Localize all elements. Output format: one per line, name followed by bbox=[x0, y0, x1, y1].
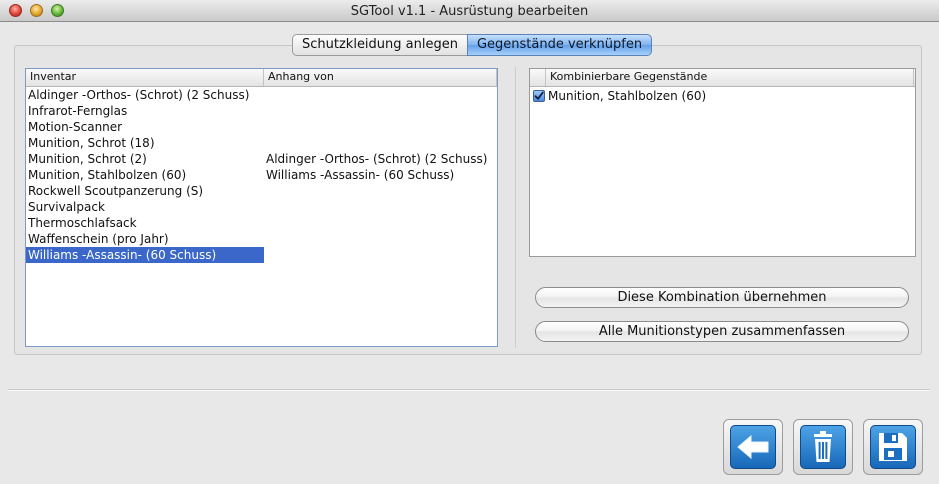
tab-schutzkleidung[interactable]: Schutzkleidung anlegen bbox=[292, 34, 467, 56]
inventory-item: Rockwell Scoutpanzerung (S) bbox=[28, 184, 204, 198]
tab-bar: Schutzkleidung anlegen Gegenstände verkn… bbox=[292, 34, 653, 56]
tab-gegenstaende[interactable]: Gegenstände verknüpfen bbox=[466, 34, 653, 56]
combinable-item-label: Munition, Stahlbolzen (60) bbox=[548, 88, 707, 103]
panel-divider bbox=[515, 67, 516, 348]
table-row[interactable]: Munition, Schrot (18) bbox=[26, 135, 497, 151]
combinable-table-header: Kombinierbare Gegenstände bbox=[530, 69, 915, 87]
combine-checkbox[interactable] bbox=[533, 89, 545, 102]
attached-to bbox=[264, 87, 497, 103]
floppy-disk-icon bbox=[870, 425, 916, 469]
column-header-check bbox=[530, 69, 546, 86]
back-button[interactable] bbox=[723, 419, 783, 475]
table-row[interactable]: Munition, Stahlbolzen (60) Williams -Ass… bbox=[26, 167, 497, 183]
window-title: SGTool v1.1 - Ausrüstung bearbeiten bbox=[350, 4, 589, 19]
attached-to bbox=[264, 215, 497, 231]
inventory-item: Munition, Stahlbolzen (60) bbox=[28, 168, 187, 182]
table-row[interactable]: Waffenschein (pro Jahr) bbox=[26, 231, 497, 247]
column-header-kombinierbare[interactable]: Kombinierbare Gegenstände bbox=[546, 69, 914, 86]
inventory-table-header: Inventar Anhang von bbox=[26, 69, 497, 87]
inventory-item: Williams -Assassin- (60 Schuss) bbox=[26, 247, 264, 263]
arrow-left-icon bbox=[730, 425, 776, 469]
attached-to bbox=[264, 119, 497, 135]
save-button[interactable] bbox=[863, 419, 923, 475]
table-row-selected[interactable]: Williams -Assassin- (60 Schuss) bbox=[26, 247, 497, 263]
inventory-item: Survivalpack bbox=[28, 200, 105, 214]
attached-to bbox=[264, 199, 497, 215]
inventory-item: Waffenschein (pro Jahr) bbox=[28, 232, 169, 246]
combinable-items-table[interactable]: Kombinierbare Gegenstände Munition, Stah… bbox=[529, 68, 916, 257]
attached-to bbox=[264, 135, 497, 151]
list-item[interactable]: Munition, Stahlbolzen (60) bbox=[530, 87, 915, 104]
inventory-item: Motion-Scanner bbox=[28, 120, 123, 134]
table-row[interactable]: Munition, Schrot (2) Aldinger -Orthos- (… bbox=[26, 151, 497, 167]
table-row[interactable]: Thermoschlafsack bbox=[26, 215, 497, 231]
inventory-item: Aldinger -Orthos- (Schrot) (2 Schuss) bbox=[28, 88, 250, 102]
inventory-item: Munition, Schrot (18) bbox=[28, 136, 155, 150]
inventory-table-body: Aldinger -Orthos- (Schrot) (2 Schuss) In… bbox=[26, 87, 497, 263]
attached-to bbox=[264, 103, 497, 119]
apply-combination-button[interactable]: Diese Kombination übernehmen bbox=[535, 287, 909, 308]
checkmark-icon bbox=[534, 91, 544, 100]
column-header-anhang-von[interactable]: Anhang von bbox=[264, 69, 497, 86]
attached-to bbox=[264, 231, 497, 247]
table-row[interactable]: Aldinger -Orthos- (Schrot) (2 Schuss) bbox=[26, 87, 497, 103]
attached-to bbox=[264, 183, 497, 199]
trash-icon bbox=[800, 425, 846, 469]
footer-separator bbox=[8, 389, 930, 391]
table-row[interactable]: Infrarot-Fernglas bbox=[26, 103, 497, 119]
attached-to: Williams -Assassin- (60 Schuss) bbox=[266, 168, 455, 182]
inventory-item: Thermoschlafsack bbox=[28, 216, 137, 230]
column-header-inventar[interactable]: Inventar bbox=[26, 69, 264, 86]
inventory-item: Infrarot-Fernglas bbox=[28, 104, 128, 118]
window-titlebar: SGTool v1.1 - Ausrüstung bearbeiten bbox=[0, 0, 939, 22]
attached-to: Aldinger -Orthos- (Schrot) (2 Schuss) bbox=[266, 152, 488, 166]
attached-to bbox=[264, 247, 497, 263]
inventory-table[interactable]: Inventar Anhang von Aldinger -Orthos- (S… bbox=[25, 68, 498, 347]
delete-button[interactable] bbox=[793, 419, 853, 475]
table-row[interactable]: Motion-Scanner bbox=[26, 119, 497, 135]
table-row[interactable]: Survivalpack bbox=[26, 199, 497, 215]
merge-ammo-button[interactable]: Alle Munitionstypen zusammenfassen bbox=[535, 321, 909, 342]
table-row[interactable]: Rockwell Scoutpanzerung (S) bbox=[26, 183, 497, 199]
inventory-item: Munition, Schrot (2) bbox=[28, 152, 147, 166]
